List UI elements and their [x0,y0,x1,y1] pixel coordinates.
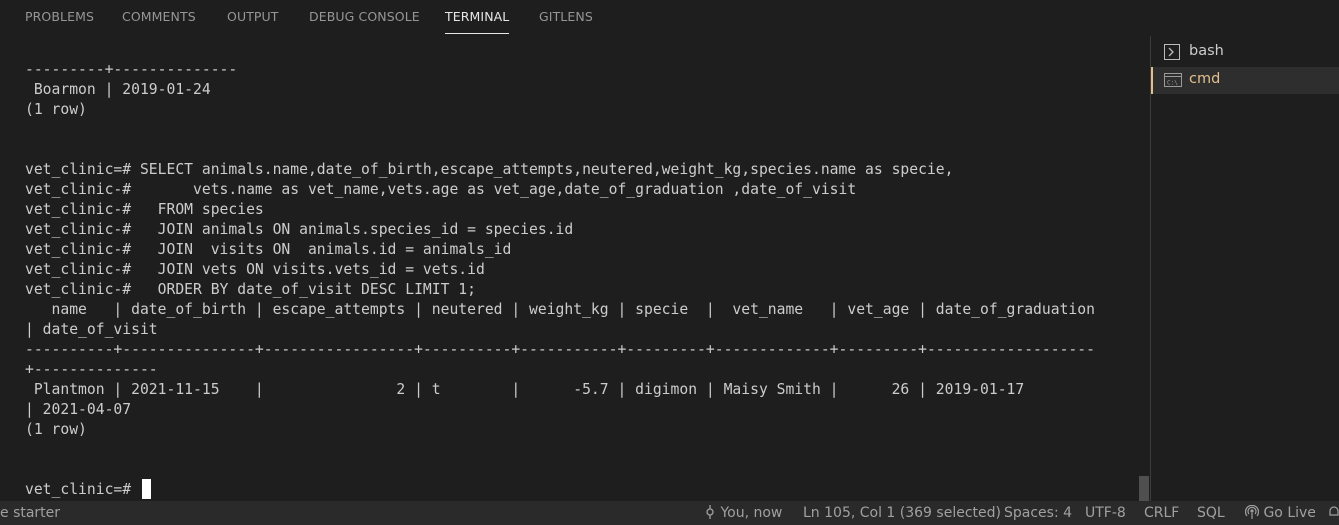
status-author: You, now [720,505,783,521]
tab-comments[interactable]: COMMENTS [122,0,196,34]
broadcast-icon [1244,504,1260,519]
terminal-line: +-------------- [25,361,158,378]
terminal-line: vet_clinic-# ORDER BY date_of_visit DESC… [25,281,476,298]
tab-debug-console[interactable]: DEBUG CONSOLE [309,0,420,34]
terminal-list-label: bash [1189,43,1224,59]
svg-text:C:\: C:\ [1167,80,1178,87]
tab-terminal[interactable]: TERMINAL [445,0,510,34]
terminal-list-item-cmd[interactable]: C:\ cmd [1151,67,1339,94]
terminal-line: | date_of_visit [25,321,158,338]
terminal-line: name | date_of_birth | escape_attempts |… [25,301,1095,318]
notifications-icon[interactable] [1328,504,1339,522]
status-language[interactable]: SQL [1197,504,1225,522]
status-go-live-label: Go Live [1263,505,1316,521]
terminal-line: ---------+-------------- [25,61,238,78]
status-bar: e starter You, now Ln 105, Col 1 (369 se… [0,501,1339,525]
terminal-line: Plantmon | 2021-11-15 | 2 | t | -5.7 | d… [25,381,1025,398]
git-commit-icon [706,505,714,519]
terminal-line: vet_clinic-# JOIN vets ON visits.vets_id… [25,261,485,278]
status-indentation[interactable]: Spaces: 4 [1004,504,1072,522]
tab-gitlens[interactable]: GITLENS [539,0,593,34]
status-project[interactable]: e starter [0,504,60,522]
tab-problems[interactable]: PROBLEMS [25,0,94,34]
status-blame[interactable]: You, now [704,504,782,522]
panel-tab-bar: PROBLEMS COMMENTS OUTPUT DEBUG CONSOLE T… [0,0,1339,36]
terminal-scrollbar[interactable] [1138,36,1148,501]
terminal-list-item-bash[interactable]: bash [1151,39,1339,66]
terminal-line: vet_clinic-# JOIN visits ON animals.id =… [25,241,512,258]
terminal-line: Boarmon | 2019-01-24 [25,81,211,98]
terminal-list: bash C:\ cmd [1150,36,1339,501]
terminal-prompt: vet_clinic=# [25,481,140,498]
terminal-list-label: cmd [1189,71,1221,87]
tab-output[interactable]: OUTPUT [227,0,279,34]
terminal-line: (1 row) [25,421,87,438]
status-eol[interactable]: CRLF [1144,504,1179,522]
terminal-icon [1164,44,1180,60]
cmd-icon: C:\ [1164,72,1182,88]
status-encoding[interactable]: UTF-8 [1085,504,1126,522]
terminal-line: ----------+---------------+-------------… [25,341,1095,358]
terminal-cursor [142,479,151,499]
terminal-output[interactable]: ---------+-------------- Boarmon | 2019-… [0,36,1148,501]
status-go-live[interactable]: Go Live [1244,504,1316,522]
terminal-scrollbar-thumb[interactable] [1139,476,1149,501]
terminal-line: vet_clinic-# JOIN animals ON animals.spe… [25,221,574,238]
terminal-line: vet_clinic-# FROM species [25,201,264,218]
terminal-line: vet_clinic-# vets.name as vet_name,vets.… [25,181,857,198]
status-cursor-position[interactable]: Ln 105, Col 1 (369 selected) [803,504,1001,522]
terminal-line: (1 row) [25,101,87,118]
terminal-line: | 2021-04-07 [25,401,132,418]
terminal-line: vet_clinic=# SELECT animals.name,date_of… [25,161,954,178]
